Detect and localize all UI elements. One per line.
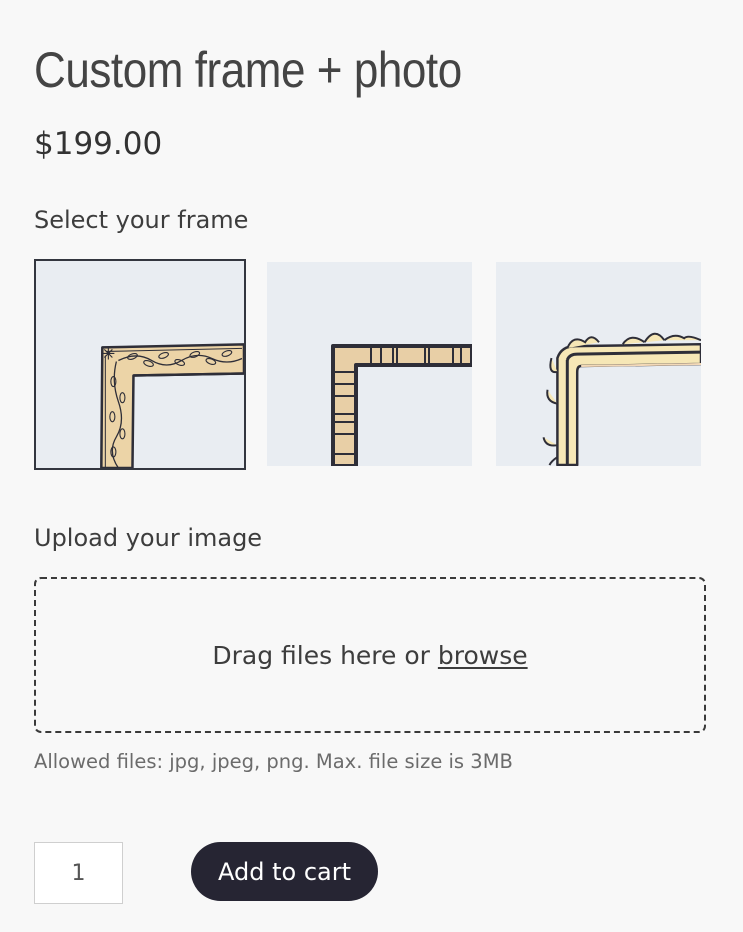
spiky-leaf-frame-image: [496, 262, 701, 466]
dropzone-text: Drag files here or browse: [212, 641, 527, 670]
file-dropzone[interactable]: Drag files here or browse: [34, 577, 706, 733]
frame-option-segmented-block[interactable]: [267, 262, 472, 466]
browse-link[interactable]: browse: [438, 641, 528, 670]
product-title: Custom frame + photo: [34, 42, 462, 98]
add-to-cart-button[interactable]: Add to cart: [191, 842, 378, 901]
frame-option-ornate-vine[interactable]: [34, 259, 246, 470]
ornate-vine-frame-image: [36, 261, 244, 468]
upload-label: Upload your image: [34, 524, 263, 552]
frame-option-spiky-leaf[interactable]: [496, 262, 701, 466]
frame-selector-label: Select your frame: [34, 206, 249, 234]
frame-options: [34, 259, 705, 471]
drag-instruction: Drag files here or: [212, 640, 438, 670]
segmented-block-frame-image: [267, 262, 472, 466]
quantity-input[interactable]: [34, 842, 123, 904]
product-price: $199.00: [34, 126, 163, 162]
product-page: Custom frame + photo $199.00 Select your…: [0, 0, 743, 932]
allowed-files-note: Allowed files: jpg, jpeg, png. Max. file…: [34, 750, 513, 773]
